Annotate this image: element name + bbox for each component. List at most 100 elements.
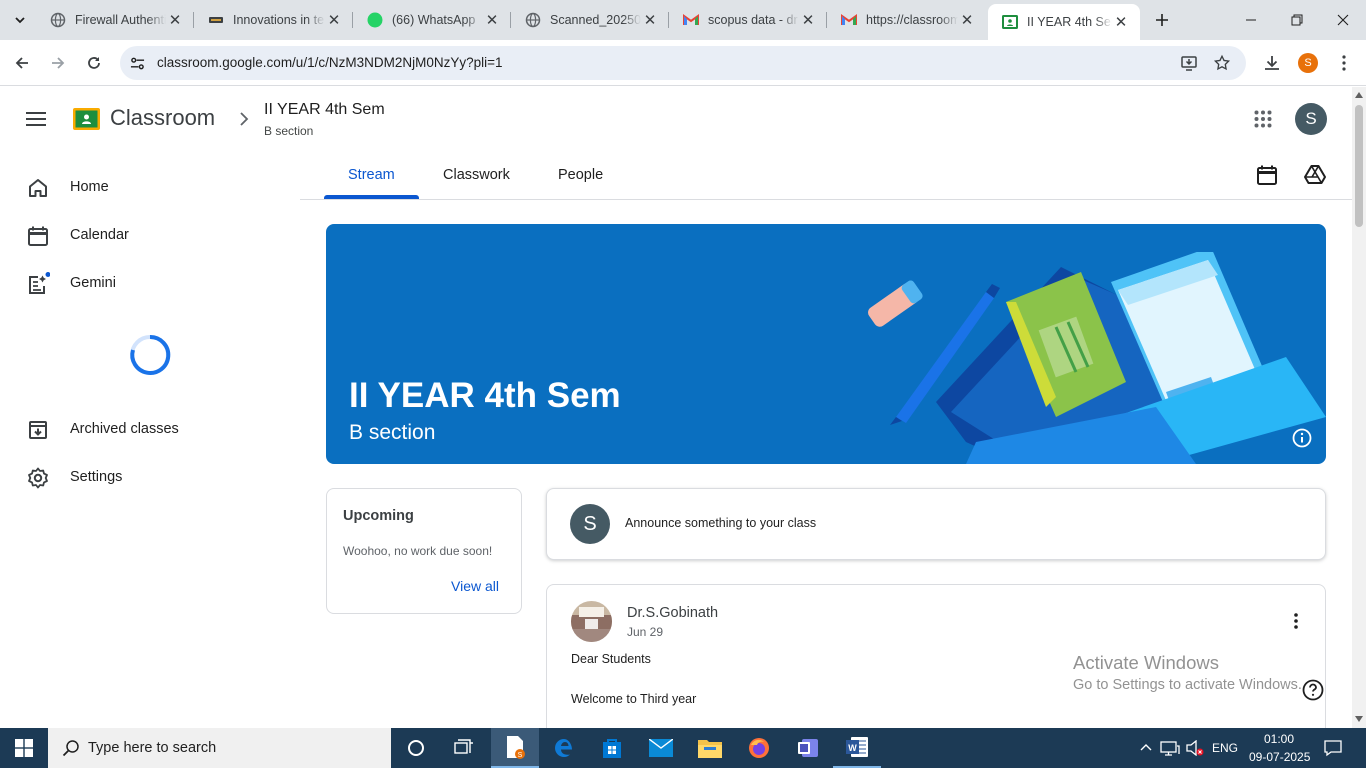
taskbar-app-edge[interactable] bbox=[540, 728, 588, 768]
sidebar-item-settings[interactable]: Settings bbox=[0, 454, 290, 502]
sidebar-item-calendar[interactable]: Calendar bbox=[0, 212, 290, 260]
app-name[interactable]: Classroom bbox=[110, 105, 215, 131]
banner-title: II YEAR 4th Sem bbox=[349, 376, 621, 415]
restore-button[interactable] bbox=[1274, 0, 1320, 40]
taskbar-app-teams[interactable] bbox=[784, 728, 832, 768]
browser-tab-scanned[interactable]: Scanned_202507 ✕ bbox=[511, 0, 669, 40]
show-hidden-icons-icon[interactable] bbox=[1140, 742, 1152, 752]
info-icon[interactable] bbox=[1292, 428, 1312, 448]
classroom-logo[interactable] bbox=[73, 108, 100, 130]
browser-toolbar: classroom.google.com/u/1/c/NzM3NDM2NjM0N… bbox=[0, 40, 1366, 86]
address-bar[interactable]: classroom.google.com/u/1/c/NzM3NDM2NjM0N… bbox=[120, 46, 1246, 80]
tab-classwork[interactable]: Classwork bbox=[443, 167, 510, 183]
taskbar-app-word[interactable]: W bbox=[833, 728, 881, 768]
class-title[interactable]: II YEAR 4th Sem bbox=[264, 101, 385, 119]
sidebar-item-home[interactable]: Home bbox=[0, 164, 290, 212]
forward-button[interactable] bbox=[44, 49, 72, 77]
notifications-icon[interactable] bbox=[1324, 739, 1342, 757]
install-app-icon[interactable] bbox=[1180, 54, 1198, 72]
author-avatar[interactable] bbox=[571, 601, 612, 642]
tab-title: (66) WhatsApp bbox=[392, 13, 476, 27]
clock-date[interactable]: 09-07-2025 bbox=[1249, 750, 1310, 764]
downloads-button[interactable] bbox=[1258, 49, 1286, 77]
close-tab-icon[interactable]: ✕ bbox=[958, 11, 976, 29]
profile-button[interactable]: S bbox=[1294, 49, 1322, 77]
scroll-up-icon[interactable] bbox=[1355, 92, 1363, 98]
site-info-icon[interactable] bbox=[130, 56, 145, 71]
apps-grid-icon bbox=[1254, 110, 1272, 128]
network-icon[interactable] bbox=[1160, 740, 1180, 756]
sidebar-item-label: Gemini bbox=[70, 275, 116, 291]
taskbar-app-explorer[interactable] bbox=[686, 728, 734, 768]
taskbar-app-mail[interactable] bbox=[637, 728, 685, 768]
taskbar-search-box[interactable]: Type here to search bbox=[48, 728, 391, 768]
main-menu-button[interactable] bbox=[14, 97, 58, 141]
browser-tab-firewall[interactable]: Firewall Authenti ✕ bbox=[36, 0, 194, 40]
announce-card[interactable]: S Announce something to your class bbox=[546, 488, 1326, 560]
upcoming-card: Upcoming Woohoo, no work due soon! View … bbox=[326, 488, 522, 614]
archive-icon bbox=[29, 421, 47, 439]
language-indicator[interactable]: ENG bbox=[1212, 741, 1238, 755]
sidebar-item-archived-classes[interactable]: Archived classes bbox=[0, 406, 290, 454]
close-window-button[interactable] bbox=[1320, 0, 1366, 40]
globe-icon bbox=[50, 12, 66, 28]
close-tab-icon[interactable]: ✕ bbox=[799, 11, 817, 29]
bookmark-star-icon[interactable] bbox=[1213, 54, 1231, 72]
taskbar-app-firefox[interactable] bbox=[735, 728, 783, 768]
browser-tab-classroom-active[interactable]: II YEAR 4th Sem ✕ bbox=[988, 4, 1140, 40]
browser-tab-scopus[interactable]: scopus data - dr ✕ bbox=[669, 0, 827, 40]
reload-button[interactable] bbox=[80, 49, 108, 77]
taskbar-app-chrome-active[interactable]: S bbox=[491, 728, 539, 768]
upcoming-message: Woohoo, no work due soon! bbox=[343, 544, 493, 558]
restore-icon bbox=[1291, 14, 1303, 26]
page-scrollbar[interactable] bbox=[1352, 87, 1366, 728]
cortana-button[interactable] bbox=[392, 728, 440, 768]
post-line-1: Dear Students bbox=[571, 652, 651, 666]
sidebar-item-gemini[interactable]: Gemini bbox=[0, 260, 290, 308]
close-tab-icon[interactable]: ✕ bbox=[325, 11, 343, 29]
close-tab-icon[interactable]: ✕ bbox=[166, 11, 184, 29]
announce-avatar: S bbox=[570, 504, 610, 544]
browser-menu-button[interactable] bbox=[1330, 49, 1358, 77]
browser-tab-whatsapp[interactable]: (66) WhatsApp ✕ bbox=[353, 0, 511, 40]
drive-icon[interactable] bbox=[1303, 163, 1327, 187]
browser-tab-innovations[interactable]: Innovations in te ✕ bbox=[194, 0, 353, 40]
post-author[interactable]: Dr.S.Gobinath bbox=[627, 605, 718, 621]
close-tab-icon[interactable]: ✕ bbox=[641, 11, 659, 29]
scroll-down-icon[interactable] bbox=[1355, 716, 1363, 722]
taskbar-app-store[interactable] bbox=[588, 728, 636, 768]
site-icon bbox=[208, 12, 224, 28]
task-view-button[interactable] bbox=[440, 728, 488, 768]
account-avatar[interactable]: S bbox=[1295, 103, 1327, 135]
start-button[interactable] bbox=[0, 728, 48, 768]
sidebar-item-label: Home bbox=[70, 179, 109, 195]
close-tab-icon[interactable]: ✕ bbox=[1112, 13, 1130, 31]
hamburger-menu-icon bbox=[26, 112, 46, 126]
tab-people[interactable]: People bbox=[558, 167, 603, 183]
google-apps-button[interactable] bbox=[1247, 103, 1279, 135]
view-all-link[interactable]: View all bbox=[451, 578, 499, 594]
download-icon bbox=[1265, 56, 1279, 70]
tab-title: scopus data - dr bbox=[708, 13, 798, 27]
calendar-icon[interactable] bbox=[1255, 163, 1279, 187]
svg-text:W: W bbox=[848, 743, 857, 753]
volume-muted-icon[interactable] bbox=[1186, 740, 1204, 756]
teams-icon bbox=[798, 739, 818, 757]
post-more-icon[interactable] bbox=[1294, 613, 1298, 629]
help-icon[interactable] bbox=[1302, 679, 1324, 701]
close-tab-icon[interactable]: ✕ bbox=[483, 11, 501, 29]
tab-stream[interactable]: Stream bbox=[348, 167, 395, 183]
minimize-button[interactable] bbox=[1228, 0, 1274, 40]
sidebar-item-label: Calendar bbox=[70, 227, 129, 243]
post-date: Jun 29 bbox=[627, 625, 664, 639]
browser-tab-gmail-classroom[interactable]: https://classroom ✕ bbox=[827, 0, 986, 40]
back-button[interactable] bbox=[8, 49, 36, 77]
announce-placeholder[interactable]: Announce something to your class bbox=[625, 516, 816, 530]
firefox-icon bbox=[749, 738, 769, 758]
new-tab-button[interactable] bbox=[1150, 8, 1174, 32]
app-header: Classroom II YEAR 4th Sem B section S bbox=[0, 87, 1352, 151]
tab-search-button[interactable] bbox=[8, 8, 32, 32]
clock-time[interactable]: 01:00 bbox=[1264, 732, 1294, 746]
profile-avatar: S bbox=[1298, 53, 1318, 73]
scrollbar-thumb[interactable] bbox=[1355, 105, 1363, 227]
